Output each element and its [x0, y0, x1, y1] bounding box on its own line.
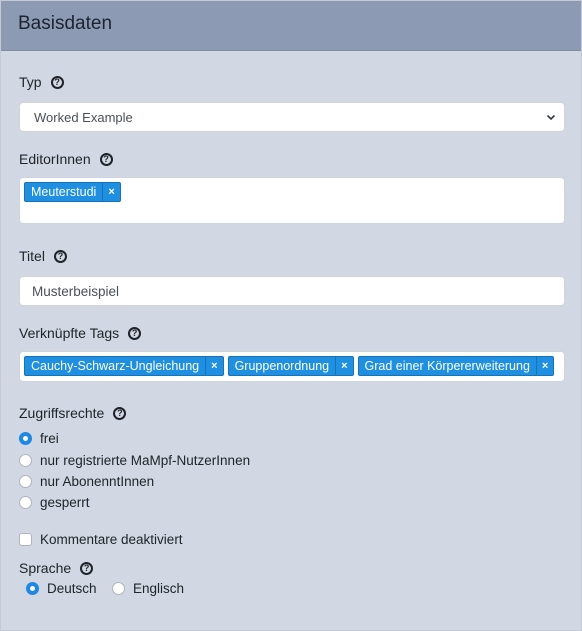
basisdaten-card: Basisdaten Typ ? Worked Example EditorIn…	[0, 0, 582, 631]
card-title: Basisdaten	[18, 13, 113, 34]
access-label-row: Zugriffsrechte ?	[19, 405, 127, 421]
access-option-locked[interactable]: gesperrt	[19, 495, 90, 510]
question-circle-icon[interactable]: ?	[99, 152, 113, 166]
linked-tag: Grad einer Körpererweiterung ×	[357, 356, 555, 376]
typ-label: Typ	[19, 74, 42, 90]
access-option-subscribers[interactable]: nur AbonenntInnen	[19, 474, 154, 489]
language-option-englisch[interactable]: Englisch	[112, 581, 184, 596]
linked-tag: Gruppenordnung ×	[227, 356, 354, 376]
radio-selected[interactable]	[26, 582, 39, 595]
typ-select[interactable]: Worked Example	[19, 102, 565, 132]
question-circle-icon[interactable]: ?	[80, 561, 94, 575]
title-label-row: Titel ?	[19, 248, 67, 264]
radio-unselected[interactable]	[112, 582, 125, 595]
language-label: Sprache	[19, 560, 72, 576]
title-input[interactable]: Musterbeispiel	[19, 276, 565, 306]
radio-selected[interactable]	[19, 432, 32, 445]
remove-tag-icon[interactable]: ×	[102, 183, 119, 201]
typ-label-row: Typ ?	[19, 74, 64, 90]
comments-disabled-checkbox-row[interactable]: Kommentare deaktiviert	[19, 532, 183, 547]
access-option-frei[interactable]: frei	[19, 431, 59, 446]
radio-unselected[interactable]	[19, 454, 32, 467]
typ-select-value: Worked Example	[34, 109, 133, 125]
question-circle-icon[interactable]: ?	[128, 326, 142, 340]
radio-unselected[interactable]	[19, 475, 32, 488]
linked-tags-label: Verknüpfte Tags	[19, 325, 120, 341]
comments-disabled-checkbox[interactable]	[19, 533, 32, 546]
question-circle-icon[interactable]: ?	[50, 75, 64, 89]
language-option-deutsch[interactable]: Deutsch	[26, 581, 97, 596]
remove-tag-icon[interactable]: ×	[535, 357, 553, 375]
card-header: Basisdaten	[1, 1, 581, 51]
editors-label: EditorInnen	[19, 151, 91, 167]
linked-tag: Cauchy-Schwarz-Ungleichung ×	[24, 356, 224, 376]
editors-input[interactable]: Meuterstudi ×	[19, 177, 565, 224]
remove-tag-icon[interactable]: ×	[335, 357, 352, 375]
access-option-registered[interactable]: nur registrierte MaMpf-NutzerInnen	[19, 453, 250, 468]
linked-tags-input[interactable]: Cauchy-Schwarz-Ungleichung × Gruppenordn…	[19, 351, 565, 382]
title-label: Titel	[19, 248, 45, 264]
editor-tag: Meuterstudi ×	[24, 182, 121, 202]
chevron-down-icon	[546, 114, 556, 121]
title-input-value: Musterbeispiel	[32, 283, 120, 299]
language-label-row: Sprache ?	[19, 560, 94, 576]
question-circle-icon[interactable]: ?	[113, 406, 127, 420]
radio-unselected[interactable]	[19, 496, 32, 509]
linked-tags-label-row: Verknüpfte Tags ?	[19, 325, 142, 341]
remove-tag-icon[interactable]: ×	[205, 357, 222, 375]
question-circle-icon[interactable]: ?	[53, 249, 67, 263]
access-label: Zugriffsrechte	[19, 405, 105, 421]
editors-label-row: EditorInnen ?	[19, 151, 113, 167]
